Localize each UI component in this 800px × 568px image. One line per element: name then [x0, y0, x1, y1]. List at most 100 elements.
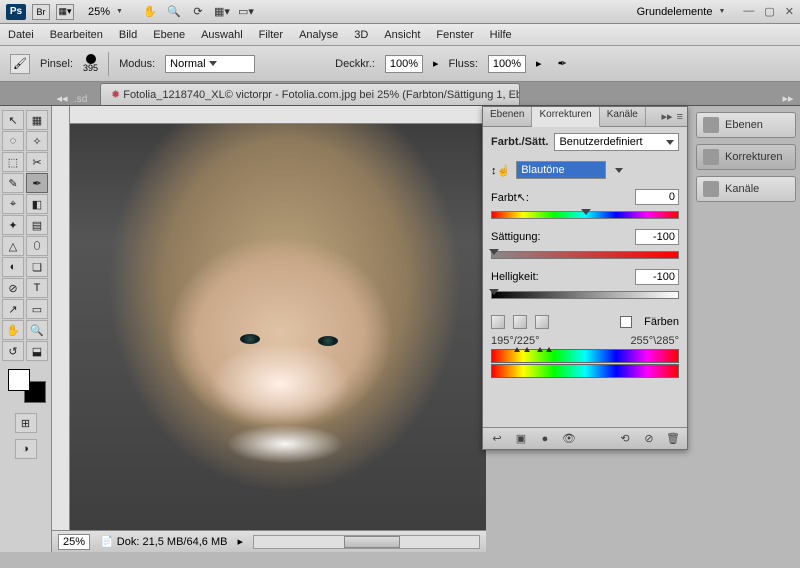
zoom-tool[interactable]: 🔍 — [26, 320, 48, 340]
eraser-tool[interactable]: △ — [2, 236, 24, 256]
screen-mode-icon[interactable]: ▭▾ — [237, 4, 255, 20]
eyedropper-add-icon[interactable] — [513, 315, 527, 329]
airbrush-icon[interactable]: ✒ — [558, 57, 567, 70]
spot-heal-tool[interactable]: ⌖ — [2, 194, 24, 214]
screenmode-toggle[interactable]: ◑ — [15, 439, 37, 459]
saturation-slider[interactable] — [491, 251, 679, 261]
hue-range-strip-lower[interactable] — [491, 364, 679, 378]
reset-icon[interactable]: ⊘ — [641, 432, 657, 446]
color-swatches[interactable] — [8, 369, 46, 403]
saturation-input[interactable] — [635, 229, 679, 245]
color-range-dropdown[interactable]: Blautöne — [516, 161, 606, 179]
hand-tool-icon[interactable]: ✋ — [141, 4, 159, 20]
visibility-icon[interactable]: 👁 — [561, 432, 577, 446]
zoom-field[interactable]: 25% — [58, 534, 90, 550]
gradient-tool[interactable]: ⬯ — [26, 236, 48, 256]
dodge-tool[interactable]: ◐ — [2, 257, 24, 277]
path-select-tool[interactable]: ↗ — [2, 299, 24, 319]
move-tool[interactable]: ↖ — [2, 110, 24, 130]
hue-input[interactable] — [635, 189, 679, 205]
flow-slider-icon[interactable]: ▸ — [536, 57, 542, 70]
marquee-tool[interactable]: ▦ — [26, 110, 48, 130]
rotate-view-icon[interactable]: ⟳ — [189, 4, 207, 20]
finger-scrub-icon[interactable]: ↕☝ — [491, 164, 510, 177]
notes-tool[interactable]: ⬓ — [26, 341, 48, 361]
range-dropdown-arrow[interactable] — [615, 168, 623, 173]
return-icon[interactable]: ↩ — [489, 432, 505, 446]
tab-ebenen[interactable]: Ebenen — [483, 107, 532, 126]
prev-doc-tab[interactable]: .sd — [74, 94, 87, 105]
rotate-tool[interactable]: ↺ — [2, 341, 24, 361]
menu-auswahl[interactable]: Auswahl — [201, 29, 243, 41]
panel-menu-icon[interactable]: ≡ — [677, 111, 683, 123]
eyedropper-subtract-icon[interactable] — [535, 315, 549, 329]
close-button[interactable]: ✕ — [785, 5, 794, 18]
blur-tool[interactable]: ❏ — [26, 257, 48, 277]
preset-dropdown[interactable]: Benutzerdefiniert — [554, 133, 679, 151]
tool-preset-icon[interactable]: 🖌 — [10, 54, 30, 74]
eyedropper-icon[interactable] — [491, 315, 505, 329]
tab-korrekturen[interactable]: Korrekturen — [532, 107, 599, 127]
zoom-tool-icon[interactable]: 🔍 — [165, 4, 183, 20]
menu-fenster[interactable]: Fenster — [436, 29, 473, 41]
document-canvas[interactable] — [70, 124, 486, 530]
tab-scroll-left[interactable]: ◂◂ — [54, 92, 70, 105]
blend-mode-dropdown[interactable]: Normal — [165, 55, 255, 73]
bridge-button[interactable]: Br — [32, 4, 50, 20]
colorize-checkbox[interactable] — [620, 316, 632, 328]
patch-tool[interactable]: ◧ — [26, 194, 48, 214]
clip-layer-icon[interactable]: ● — [537, 432, 553, 446]
eyedropper-tool[interactable]: ✎ — [2, 173, 24, 193]
document-tab[interactable]: ✹ Fotolia_1218740_XL© victorpr - Fotolia… — [100, 83, 520, 105]
brush-tool[interactable]: ✒ — [26, 173, 48, 193]
zoom-dropdown[interactable]: 25% — [80, 5, 131, 19]
shape-tool[interactable]: ▭ — [26, 299, 48, 319]
minimize-button[interactable]: — — [743, 5, 754, 18]
side-kanaele[interactable]: Kanäle — [696, 176, 796, 202]
menu-ebene[interactable]: Ebene — [153, 29, 185, 41]
lightness-slider[interactable] — [491, 291, 679, 301]
pen-tool[interactable]: ⊘ — [2, 278, 24, 298]
side-korrekturen[interactable]: Korrekturen — [696, 144, 796, 170]
flow-input[interactable]: 100% — [488, 55, 526, 73]
quickmask-toggle[interactable]: ⊞ — [15, 413, 37, 433]
prev-state-icon[interactable]: ⟲ — [617, 432, 633, 446]
magic-wand-tool[interactable]: ✧ — [26, 131, 48, 151]
lasso-tool[interactable]: ◌ — [2, 131, 24, 151]
hand-tool[interactable]: ✋ — [2, 320, 24, 340]
hue-range-strip[interactable] — [491, 349, 679, 363]
menu-filter[interactable]: Filter — [259, 29, 283, 41]
foreground-color[interactable] — [8, 369, 30, 391]
menu-3d[interactable]: 3D — [354, 29, 368, 41]
panel-collapse-icon[interactable]: ▸▸ — [662, 110, 673, 123]
maximize-button[interactable]: ▢ — [764, 5, 774, 18]
side-ebenen[interactable]: Ebenen — [696, 112, 796, 138]
horizontal-scrollbar[interactable] — [253, 535, 480, 549]
history-brush-tool[interactable]: ▤ — [26, 215, 48, 235]
trash-icon[interactable]: 🗑 — [665, 432, 681, 446]
menu-analyse[interactable]: Analyse — [299, 29, 338, 41]
ruler-horizontal[interactable] — [70, 106, 486, 124]
menu-ansicht[interactable]: Ansicht — [384, 29, 420, 41]
workspace-switcher[interactable]: Grundelemente — [629, 5, 734, 19]
expand-view-icon[interactable]: ▣ — [513, 432, 529, 446]
crop-tool[interactable]: ⬚ — [2, 152, 24, 172]
opacity-slider-icon[interactable]: ▸ — [433, 57, 439, 70]
clone-tool[interactable]: ✦ — [2, 215, 24, 235]
menu-bild[interactable]: Bild — [119, 29, 137, 41]
app-logo-icon: Ps — [6, 4, 26, 20]
brush-preview[interactable]: 395 — [83, 54, 98, 73]
tab-kanaele[interactable]: Kanäle — [600, 107, 646, 126]
hue-slider[interactable] — [491, 211, 679, 221]
slice-tool[interactable]: ✂ — [26, 152, 48, 172]
menu-hilfe[interactable]: Hilfe — [490, 29, 512, 41]
type-tool[interactable]: T — [26, 278, 48, 298]
menu-bearbeiten[interactable]: Bearbeiten — [50, 29, 103, 41]
view-extras-button[interactable]: ▦▾ — [56, 4, 74, 20]
opacity-input[interactable]: 100% — [385, 55, 423, 73]
menu-datei[interactable]: Datei — [8, 29, 34, 41]
lightness-input[interactable] — [635, 269, 679, 285]
arrange-docs-icon[interactable]: ▦▾ — [213, 4, 231, 20]
tab-scroll-right[interactable]: ▸▸ — [780, 92, 796, 105]
ruler-vertical[interactable] — [52, 106, 70, 552]
